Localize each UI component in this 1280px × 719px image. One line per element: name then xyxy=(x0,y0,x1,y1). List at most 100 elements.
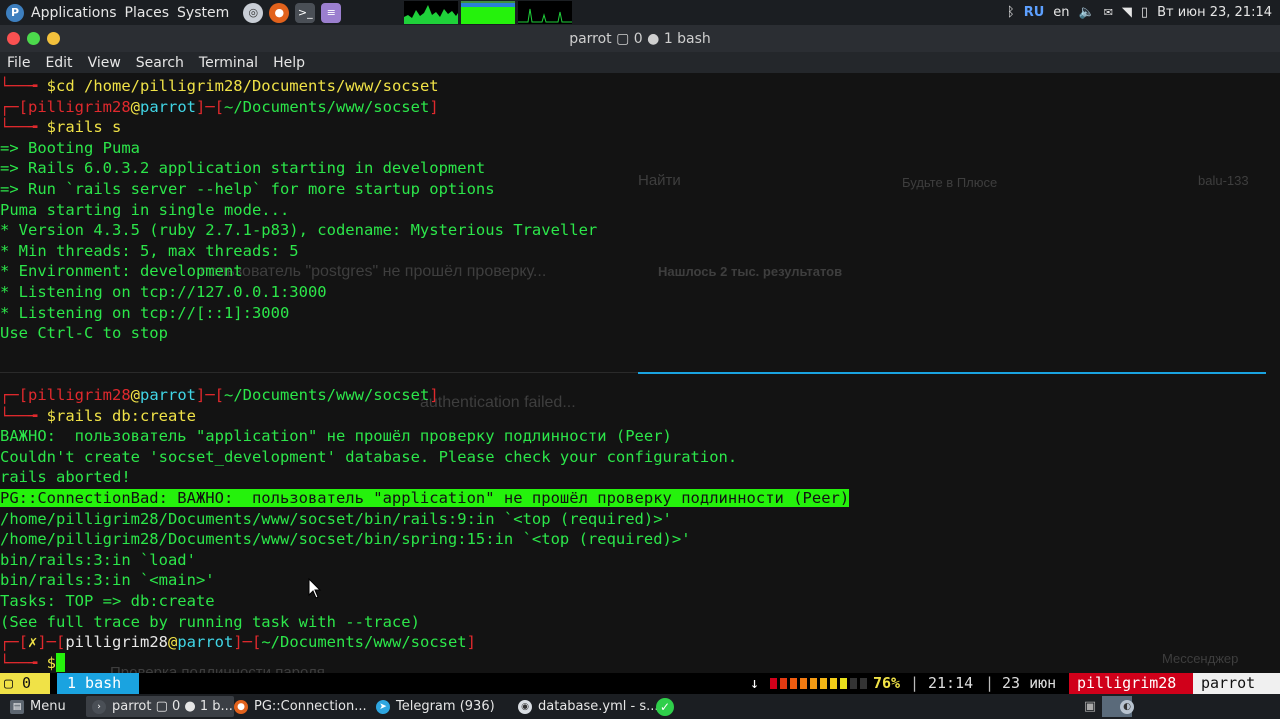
tmux-arrow-icon: ↓ xyxy=(750,674,760,692)
task-telegram[interactable]: ➤ Telegram (936) xyxy=(370,696,518,717)
battery-segment xyxy=(860,678,867,689)
error-mark-icon: ✗ xyxy=(28,633,38,652)
language-label[interactable]: en xyxy=(1053,5,1069,20)
volume-icon[interactable]: 🔈 xyxy=(1079,5,1095,20)
battery-segment xyxy=(850,678,857,689)
output-line: Couldn't create 'socset_development' dat… xyxy=(0,447,738,466)
minimize-window-button[interactable] xyxy=(47,32,60,45)
task-firefox[interactable]: ● PG::Connection... xyxy=(228,696,376,717)
task-label: parrot ▢ 0 ● 1 b... xyxy=(112,699,233,714)
menu-view[interactable]: View xyxy=(81,55,129,71)
prompt-path: ~/Documents/www/socset xyxy=(261,633,467,652)
prompt-line: └──╼ $rails s xyxy=(0,118,122,137)
terminal-icon[interactable]: >_ xyxy=(295,2,316,23)
output-line: * Listening on tcp://127.0.0.1:3000 xyxy=(0,282,327,301)
cpu-graph xyxy=(404,1,459,24)
menu-help[interactable]: Help xyxy=(266,55,313,71)
prompt-line: └──╼ $cd /home/pilligrim28/Documents/www… xyxy=(0,77,439,95)
battery-meter xyxy=(770,673,870,694)
keyboard-layout-indicator[interactable]: RU xyxy=(1024,5,1045,20)
prompt-line: ┌─[✗]─[pilligrim28@parrot]─[~/Documents/… xyxy=(0,633,476,652)
show-desktop-icon[interactable]: ▣ xyxy=(1080,696,1100,717)
tmux-user: pilligrim28 xyxy=(1069,673,1197,694)
bluetooth-icon[interactable]: ᛒ xyxy=(1007,5,1015,20)
task-label: Telegram (936) xyxy=(396,699,495,714)
battery-segment xyxy=(790,678,797,689)
highlighted-error: PG::ConnectionBad: ВАЖНО: пользователь "… xyxy=(0,488,850,507)
terminal-area[interactable]: Найти Будьте в Плюсе balu-133 Нашлось 2 … xyxy=(0,73,1280,673)
menu-search[interactable]: Search xyxy=(129,55,192,71)
prompt-user: pilligrim28 xyxy=(28,97,131,116)
terminal-cursor xyxy=(56,652,66,672)
prompt-line: ┌─[pilligrim28@parrot]─[~/Documents/www/… xyxy=(0,97,439,116)
output-line: ВАЖНО: пользователь "application" не про… xyxy=(0,427,672,446)
window-titlebar[interactable]: parrot ▢ 0 ● 1 bash xyxy=(0,25,1280,52)
prompt-line: └──╼ $rails db:create xyxy=(0,406,196,425)
notification-icon[interactable]: ✉ xyxy=(1104,6,1113,19)
output-line: => Rails 6.0.3.2 application starting in… xyxy=(0,159,486,178)
command-text: $cd /home/pilligrim28/Documents/www/socs… xyxy=(46,77,439,95)
prompt-path: ~/Documents/www/socset xyxy=(224,386,430,404)
output-line: * Version 4.3.5 (ruby 2.7.1-p83), codena… xyxy=(0,221,598,240)
command-text: $rails db:create xyxy=(46,406,196,425)
output-line: Tasks: TOP => db:create xyxy=(0,591,215,610)
battery-segment xyxy=(820,678,827,689)
applications-menu[interactable]: Applications xyxy=(31,5,125,21)
output-line: (See full trace by running task with --t… xyxy=(0,612,420,631)
places-menu[interactable]: Places xyxy=(125,5,178,21)
close-window-button[interactable] xyxy=(7,32,20,45)
telegram-icon: ➤ xyxy=(376,699,390,714)
prompt-path: ~/Documents/www/socset xyxy=(224,97,430,116)
prompt-user: pilligrim28 xyxy=(65,633,168,652)
battery-segment xyxy=(800,678,807,689)
task-terminal[interactable]: › parrot ▢ 0 ● 1 b... xyxy=(86,696,234,717)
task-editor[interactable]: ◉ database.yml - s... xyxy=(512,696,660,717)
window-title: parrot ▢ 0 ● 1 bash xyxy=(569,30,711,47)
command-text: $rails s xyxy=(46,118,122,137)
prompt-host: parrot xyxy=(140,386,196,404)
tmux-separator: | xyxy=(985,674,995,692)
output-line: => Booting Puma xyxy=(0,138,140,157)
task-label: database.yml - s... xyxy=(538,699,659,714)
output-line: /home/pilligrim28/Documents/www/socset/b… xyxy=(0,509,672,528)
firefox-icon[interactable]: ● xyxy=(269,2,290,23)
clipboard-icon[interactable]: ▯ xyxy=(1141,5,1148,20)
pane-divider[interactable] xyxy=(638,372,1266,374)
prompt-host: parrot xyxy=(177,633,234,652)
tray-check-button[interactable]: ✓ xyxy=(656,696,682,717)
workspace-window-icon: ◐ xyxy=(1120,699,1134,714)
menu-file[interactable]: File xyxy=(0,55,38,71)
terminal-icon: › xyxy=(92,699,106,714)
output-line: * Environment: development xyxy=(0,262,243,281)
menu-edit[interactable]: Edit xyxy=(38,55,80,71)
workspace-2-icon[interactable]: ◐ xyxy=(1112,696,1142,717)
memory-graph-icon xyxy=(461,3,516,24)
menu-terminal[interactable]: Terminal xyxy=(192,55,266,71)
battery-percent: 76% xyxy=(873,674,901,692)
output-line: bin/rails:3:in `load' xyxy=(0,550,196,569)
clock[interactable]: Вт июн 23, 21:14 xyxy=(1157,5,1272,20)
memory-graph xyxy=(461,1,516,24)
editor-icon: ◉ xyxy=(518,699,532,714)
system-menu[interactable]: System xyxy=(177,5,237,21)
start-menu-label: Menu xyxy=(30,699,66,714)
upper-pane[interactable]: └──╼ $cd /home/pilligrim28/Documents/www… xyxy=(0,76,1280,344)
tmux-window-tab[interactable]: 1 bash xyxy=(57,673,139,694)
battery-segment xyxy=(810,678,817,689)
mouse-pointer-icon xyxy=(308,578,322,599)
bottom-taskbar: ▤ Menu › parrot ▢ 0 ● 1 b... ● PG::Conne… xyxy=(0,694,1280,719)
tmux-session-badge[interactable]: ▢ 0 xyxy=(0,673,50,694)
terminal-menubar: File Edit View Search Terminal Help xyxy=(0,52,1280,73)
parrot-logo-icon[interactable]: P xyxy=(6,3,24,22)
maximize-window-button[interactable] xyxy=(27,32,40,45)
battery-segment xyxy=(770,678,777,689)
text-editor-icon[interactable]: ≡ xyxy=(321,2,342,23)
wifi-icon[interactable]: ◥ xyxy=(1122,5,1132,20)
browser-icon[interactable]: ◎ xyxy=(243,2,264,23)
menu-icon: ▤ xyxy=(10,699,24,714)
battery-segment xyxy=(840,678,847,689)
prompt-line: └──╼ $ xyxy=(0,652,1280,673)
start-menu-button[interactable]: ▤ Menu xyxy=(4,696,88,717)
output-line: /home/pilligrim28/Documents/www/socset/b… xyxy=(0,530,691,549)
lower-pane[interactable]: ┌─[pilligrim28@parrot]─[~/Documents/www/… xyxy=(0,385,1280,673)
